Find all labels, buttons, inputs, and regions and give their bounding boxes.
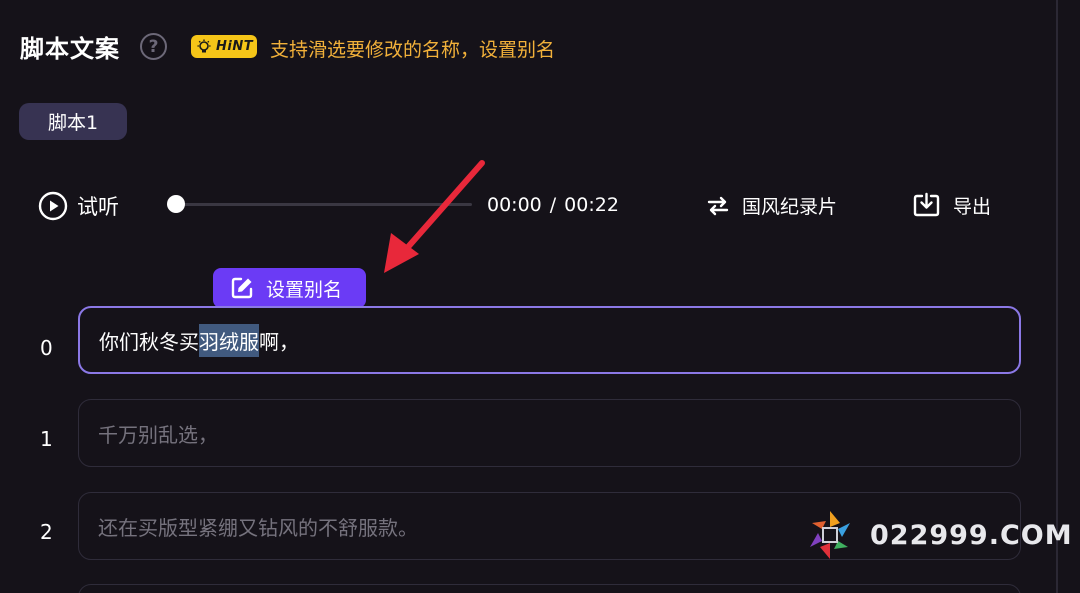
export-button[interactable]: 导出 [912,191,991,220]
play-circle-icon [38,191,68,221]
time-display: 00:00 / 00:22 [487,194,619,216]
question-circle-icon[interactable]: ? [140,33,167,60]
script-line-input[interactable]: 你们秋冬买 羽绒服 啊， [78,306,1021,374]
progress-knob[interactable] [167,195,185,213]
right-panel-divider [1056,0,1058,593]
time-separator: / [549,194,557,216]
set-alias-label: 设置别名 [266,278,343,301]
hint-badge-label: HiNT [216,39,254,54]
progress-track[interactable] [176,203,472,206]
page-title: 脚本文案 [20,35,120,63]
download-tray-icon [913,192,940,217]
script-line-input[interactable]: 还在买版型紧绷又钻风的不舒服款。 [78,492,1021,560]
app-window: 脚本文案 ? HiNT 支持滑选要修改的名称，设置别名 脚本1 试听 00:00… [0,0,1080,593]
line-index: 0 [40,336,53,360]
lightbulb-icon [197,39,211,52]
line-text-after: 啊， [259,329,299,354]
script-line-input[interactable]: 千万别乱选， [78,399,1021,467]
current-time: 00:00 [487,194,542,216]
preview-label: 试听 [77,195,119,219]
edit-pencil-square-icon [231,277,253,299]
total-time: 00:22 [564,194,619,216]
swap-arrows-icon [707,196,729,215]
selected-text[interactable]: 羽绒服 [199,323,259,357]
export-label: 导出 [953,196,992,218]
script-line-row: 1 千万别乱选， [0,399,1040,467]
tab-script-1[interactable]: 脚本1 [19,103,127,140]
voice-style-label: 国风纪录片 [742,196,838,218]
line-index: 2 [40,520,53,544]
preview-play-button[interactable]: 试听 [38,191,119,221]
script-line-row: 2 还在买版型紧绷又钻风的不舒服款。 [0,492,1040,560]
hint-message: 支持滑选要修改的名称，设置别名 [270,39,556,61]
voice-style-button[interactable]: 国风纪录片 [706,192,837,219]
hint-badge: HiNT [191,35,257,58]
set-alias-button[interactable]: 设置别名 [213,268,366,308]
script-line-row: 0 你们秋冬买 羽绒服 啊， [0,306,1040,374]
line-text-before: 你们秋冬买 [99,329,199,354]
script-line-input[interactable] [78,584,1021,593]
line-index: 1 [40,427,53,451]
script-line-row [0,584,1040,593]
